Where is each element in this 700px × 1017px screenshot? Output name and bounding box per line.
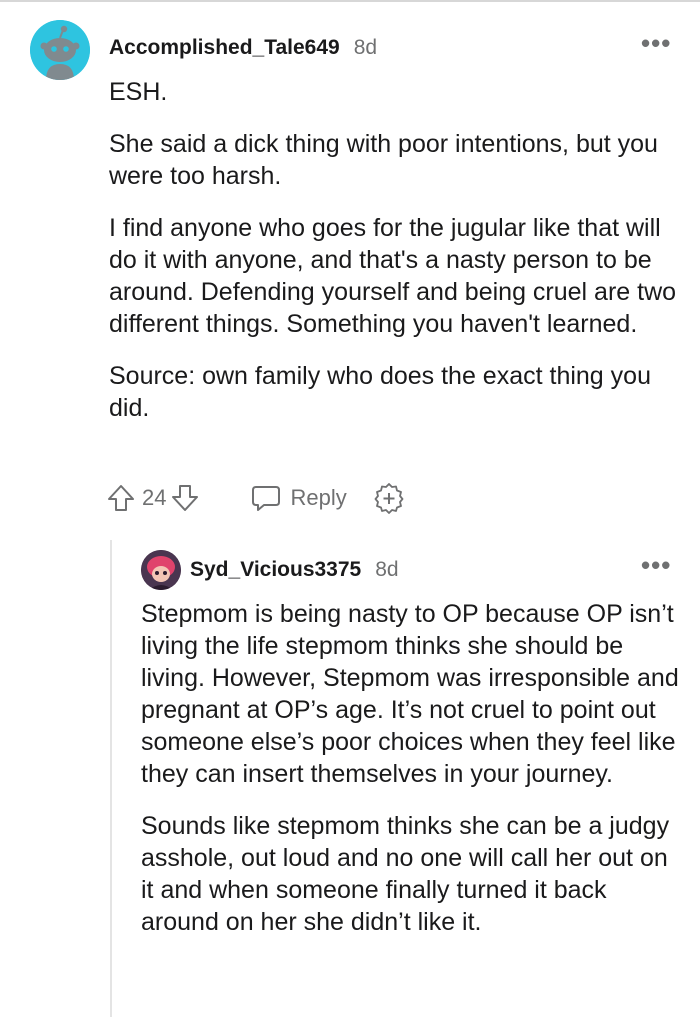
vote-count: 24 bbox=[142, 485, 167, 510]
comment-body: Stepmom is being nasty to OP because OP … bbox=[141, 598, 686, 958]
comment-paragraph: She said a dick thing with poor intentio… bbox=[109, 130, 658, 190]
username-link[interactable]: Syd_Vicious3375 bbox=[190, 558, 361, 582]
comment-actions: 24 Reply bbox=[106, 480, 405, 516]
downvote-arrow-icon bbox=[172, 485, 199, 511]
comment-parent: Accomplished_Tale649 8d ••• ESH. She sai… bbox=[0, 0, 700, 530]
award-button[interactable] bbox=[373, 482, 405, 514]
comment-paragraph: Stepmom is being nasty to OP because OP … bbox=[141, 600, 679, 788]
reply-button[interactable]: Reply bbox=[250, 483, 347, 513]
comment-reply: Syd_Vicious3375 8d ••• Stepmom is being … bbox=[0, 540, 700, 1017]
more-options-button[interactable]: ••• bbox=[641, 30, 671, 56]
user-avatar-icon[interactable] bbox=[141, 550, 181, 590]
comment-age: 8d bbox=[353, 36, 378, 59]
comment-body: ESH. She said a dick thing with poor int… bbox=[109, 76, 684, 444]
username-link[interactable]: Accomplished_Tale649 bbox=[109, 36, 340, 60]
comment-paragraph: I find anyone who goes for the jugular l… bbox=[109, 214, 677, 338]
downvote-button[interactable] bbox=[170, 483, 200, 513]
comment-paragraph: Sounds like stepmom thinks she can be a … bbox=[141, 812, 670, 936]
snoo-avatar-icon[interactable] bbox=[30, 20, 90, 80]
comment-header: Accomplished_Tale649 8d bbox=[109, 36, 377, 64]
upvote-arrow-icon bbox=[108, 485, 134, 511]
reply-bubble-icon bbox=[252, 486, 281, 511]
more-options-button[interactable]: ••• bbox=[641, 552, 671, 578]
comment-paragraph: ESH. bbox=[109, 78, 168, 106]
comment-header: Syd_Vicious3375 8d bbox=[190, 558, 399, 586]
comment-paragraph: Source: own family who does the exact th… bbox=[109, 362, 651, 422]
award-plus-icon bbox=[374, 483, 404, 514]
reply-label: Reply bbox=[290, 485, 347, 510]
comment-age: 8d bbox=[375, 558, 399, 581]
upvote-button[interactable] bbox=[106, 483, 136, 513]
